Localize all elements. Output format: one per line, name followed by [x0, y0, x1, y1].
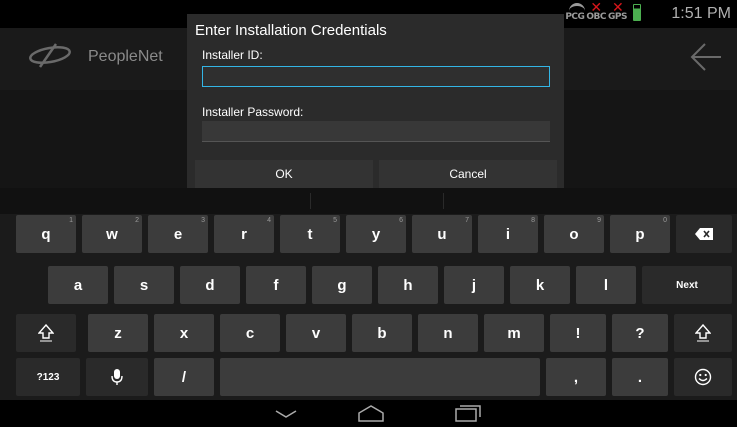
backspace-key[interactable]	[676, 215, 732, 253]
navigation-bar	[0, 400, 737, 427]
x-icon: ✕	[590, 0, 602, 16]
key-period[interactable]: .	[612, 358, 668, 396]
key-u[interactable]: u7	[412, 215, 472, 253]
key-l[interactable]: l	[576, 266, 636, 304]
key-j[interactable]: j	[444, 266, 504, 304]
smiley-icon	[694, 368, 712, 386]
key-v[interactable]: v	[286, 314, 346, 352]
key-x[interactable]: x	[154, 314, 214, 352]
installer-password-input[interactable]	[202, 121, 550, 142]
key-b[interactable]: b	[352, 314, 412, 352]
installer-id-input[interactable]	[202, 66, 550, 87]
wifi-icon	[569, 3, 586, 12]
key-comma[interactable]: ,	[546, 358, 606, 396]
peoplenet-logo-icon	[29, 43, 71, 68]
gps-status-icon: ✕ GPS	[608, 0, 627, 22]
key-h[interactable]: h	[378, 266, 438, 304]
key-m[interactable]: m	[484, 314, 544, 352]
status-icons: PCG ✕ OBC ✕ GPS	[565, 0, 647, 22]
soft-keyboard: q1 w2 e3 r4 t5 y6 u7 i8 o9 p0 a s d f g …	[0, 188, 737, 400]
key-e[interactable]: e3	[148, 215, 208, 253]
shift-icon	[38, 324, 54, 342]
installer-id-label: Installer ID:	[202, 48, 263, 62]
recent-apps-icon[interactable]	[454, 404, 482, 422]
key-w[interactable]: w2	[82, 215, 142, 253]
obc-status-icon: ✕ OBC	[586, 0, 607, 22]
hide-keyboard-icon[interactable]	[274, 404, 298, 422]
next-key[interactable]: Next	[642, 266, 732, 304]
key-i[interactable]: i8	[478, 215, 538, 253]
key-p[interactable]: p0	[610, 215, 670, 253]
key-s[interactable]: s	[114, 266, 174, 304]
x-icon: ✕	[612, 0, 624, 16]
microphone-icon	[111, 369, 123, 385]
home-icon[interactable]	[356, 404, 386, 422]
dialog-button-row: OK Cancel	[195, 160, 557, 188]
dialog-title: Enter Installation Credentials	[195, 22, 387, 39]
app-name: PeopleNet	[88, 48, 163, 65]
spacebar[interactable]	[220, 358, 540, 396]
key-y[interactable]: y6	[346, 215, 406, 253]
credentials-dialog: Enter Installation Credentials Installer…	[187, 14, 564, 188]
key-c[interactable]: c	[220, 314, 280, 352]
key-k[interactable]: k	[510, 266, 570, 304]
key-o[interactable]: o9	[544, 215, 604, 253]
suggestion-divider	[310, 193, 311, 209]
symbols-key[interactable]: ?123	[16, 358, 80, 396]
battery-icon	[633, 4, 641, 21]
shift-key-left[interactable]	[16, 314, 76, 352]
installer-password-label: Installer Password:	[202, 105, 304, 119]
key-r[interactable]: r4	[214, 215, 274, 253]
suggestion-strip	[0, 188, 737, 214]
key-slash[interactable]: /	[154, 358, 214, 396]
emoji-key[interactable]	[674, 358, 732, 396]
voice-input-key[interactable]	[86, 358, 148, 396]
key-t[interactable]: t5	[280, 215, 340, 253]
suggestion-divider	[443, 193, 444, 209]
pcg-status-icon: PCG	[565, 3, 586, 22]
shift-key-right[interactable]	[674, 314, 732, 352]
key-n[interactable]: n	[418, 314, 478, 352]
key-a[interactable]: a	[48, 266, 108, 304]
shift-icon	[695, 324, 711, 342]
key-d[interactable]: d	[180, 266, 240, 304]
clock: 1:51 PM	[671, 5, 731, 22]
key-q[interactable]: q1	[16, 215, 76, 253]
cancel-button[interactable]: Cancel	[379, 160, 557, 188]
backspace-icon	[695, 228, 713, 240]
key-exclamation[interactable]: !	[550, 314, 606, 352]
key-f[interactable]: f	[246, 266, 306, 304]
key-g[interactable]: g	[312, 266, 372, 304]
back-arrow-icon[interactable]	[689, 42, 723, 72]
key-z[interactable]: z	[88, 314, 148, 352]
key-question[interactable]: ?	[612, 314, 668, 352]
ok-button[interactable]: OK	[195, 160, 373, 188]
